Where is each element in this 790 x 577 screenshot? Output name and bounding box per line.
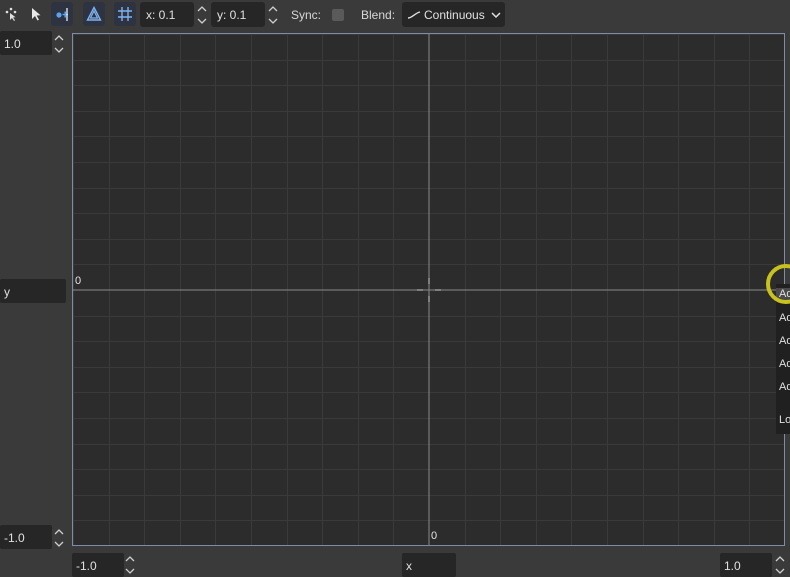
y-step-spinbox[interactable]: y: 0.1 [211, 2, 265, 27]
origin-bottom-label: 0 [431, 530, 438, 542]
x-axis-name-field[interactable]: x [402, 553, 456, 577]
x-min-spinbox[interactable]: -1.0 [72, 553, 124, 577]
x-axis-name: x [406, 559, 412, 573]
snap-icon [86, 6, 102, 21]
y-max-arrows[interactable] [53, 32, 65, 56]
chevron-down-icon[interactable] [54, 540, 64, 548]
y-max-spinbox[interactable]: 1.0 [0, 31, 52, 55]
chevron-down-icon [491, 12, 501, 19]
sync-label: Sync: [291, 8, 322, 22]
add-point-tool-button[interactable] [51, 2, 73, 26]
context-menu-item[interactable]: Ad [779, 358, 790, 370]
chevron-up-icon[interactable] [197, 5, 207, 13]
chevron-down-icon[interactable] [125, 567, 135, 575]
grid-snap-toggle-button[interactable] [114, 2, 136, 26]
chevron-up-icon[interactable] [54, 528, 64, 536]
blend-mode-dropdown[interactable]: Continuous [402, 2, 505, 27]
y-min-value: -1.0 [4, 531, 25, 545]
chevron-up-icon[interactable] [268, 5, 278, 13]
y-min-spinbox[interactable]: -1.0 [0, 525, 52, 549]
blend-mode-value: Continuous [424, 8, 485, 22]
grid-snap-icon [118, 7, 132, 21]
chevron-down-icon[interactable] [54, 46, 64, 54]
canvas-grid [73, 34, 784, 545]
x-step-arrows[interactable] [196, 3, 208, 27]
context-menu: Ad Ad Ad Ad Ad Lo [776, 284, 790, 434]
add-point-icon [56, 8, 68, 21]
x-max-value: 1.0 [724, 559, 741, 573]
chevron-up-icon[interactable] [775, 555, 785, 563]
x-step-spinbox[interactable]: x: 0.1 [140, 2, 194, 27]
select-tool-button[interactable] [25, 2, 47, 26]
y-axis-name-field[interactable]: y [0, 279, 66, 303]
toolbar: x: 0.1 y: 0.1 Sync: Blend: Continuous [0, 0, 790, 30]
y-max-value: 1.0 [4, 37, 21, 51]
y-step-arrows[interactable] [267, 3, 279, 27]
x-max-spinbox[interactable]: 1.0 [720, 553, 772, 577]
sync-checkbox[interactable] [332, 9, 344, 21]
context-menu-item[interactable]: Lo [779, 414, 790, 426]
select-arrow-icon [32, 8, 41, 21]
chevron-down-icon[interactable] [268, 17, 278, 25]
origin-left-label: 0 [75, 275, 82, 287]
chevron-down-icon[interactable] [775, 567, 785, 575]
y-axis-name: y [4, 285, 10, 299]
points-select-icon [5, 7, 17, 21]
points-select-tool-button[interactable] [0, 2, 22, 26]
blend-label: Blend: [361, 8, 396, 22]
chevron-up-icon[interactable] [125, 555, 135, 563]
context-menu-item[interactable]: Ad [779, 335, 790, 347]
chevron-up-icon[interactable] [54, 34, 64, 42]
snap-toggle-button[interactable] [83, 2, 105, 26]
x-step-value: x: 0.1 [146, 8, 176, 22]
chevron-down-icon[interactable] [197, 17, 207, 25]
x-min-arrows[interactable] [124, 553, 136, 577]
y-min-arrows[interactable] [53, 526, 65, 550]
blend-space-canvas[interactable]: 0 0 [72, 33, 785, 546]
x-max-arrows[interactable] [774, 553, 786, 577]
context-menu-item[interactable]: Ad [779, 312, 790, 324]
continuous-curve-icon [407, 11, 421, 19]
context-menu-item[interactable]: Ad [779, 381, 790, 393]
y-step-value: y: 0.1 [217, 8, 247, 22]
x-min-value: -1.0 [76, 559, 97, 573]
